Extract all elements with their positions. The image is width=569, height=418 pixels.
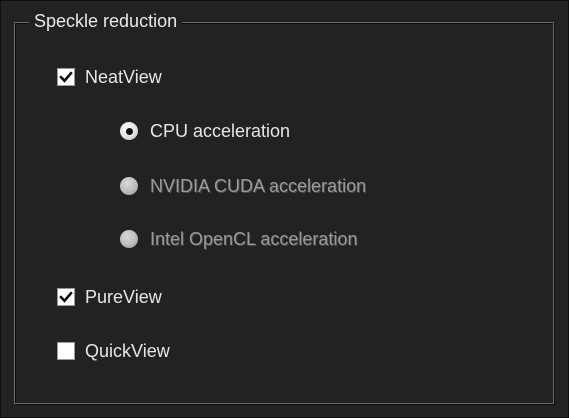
pureview-option[interactable]: PureView — [57, 286, 162, 308]
neatview-option[interactable]: NeatView — [57, 66, 162, 88]
neatview-checkbox[interactable] — [57, 68, 75, 86]
pureview-checkbox[interactable] — [57, 288, 75, 306]
opencl-acceleration-radio — [120, 230, 138, 248]
cpu-acceleration-label: CPU acceleration — [150, 121, 291, 141]
cuda-acceleration-radio — [120, 177, 138, 195]
quickview-option[interactable]: QuickView — [57, 340, 170, 362]
opencl-acceleration-option: Intel OpenCL acceleration — [120, 228, 357, 250]
radio-selected-dot — [125, 127, 133, 135]
checkmark-icon — [59, 291, 73, 303]
neatview-label: NeatView — [85, 67, 162, 87]
checkmark-icon — [59, 71, 73, 83]
opencl-acceleration-label: Intel OpenCL acceleration — [150, 229, 358, 249]
cpu-acceleration-radio[interactable] — [120, 122, 138, 140]
cpu-acceleration-option[interactable]: CPU acceleration — [120, 120, 290, 142]
pureview-label: PureView — [85, 287, 162, 307]
cuda-acceleration-label: NVIDIA CUDA acceleration — [150, 176, 367, 196]
groupbox-title: Speckle reduction — [29, 9, 183, 33]
cuda-acceleration-option: NVIDIA CUDA acceleration — [120, 175, 366, 197]
quickview-checkbox[interactable] — [57, 342, 75, 360]
quickview-label: QuickView — [85, 341, 170, 361]
